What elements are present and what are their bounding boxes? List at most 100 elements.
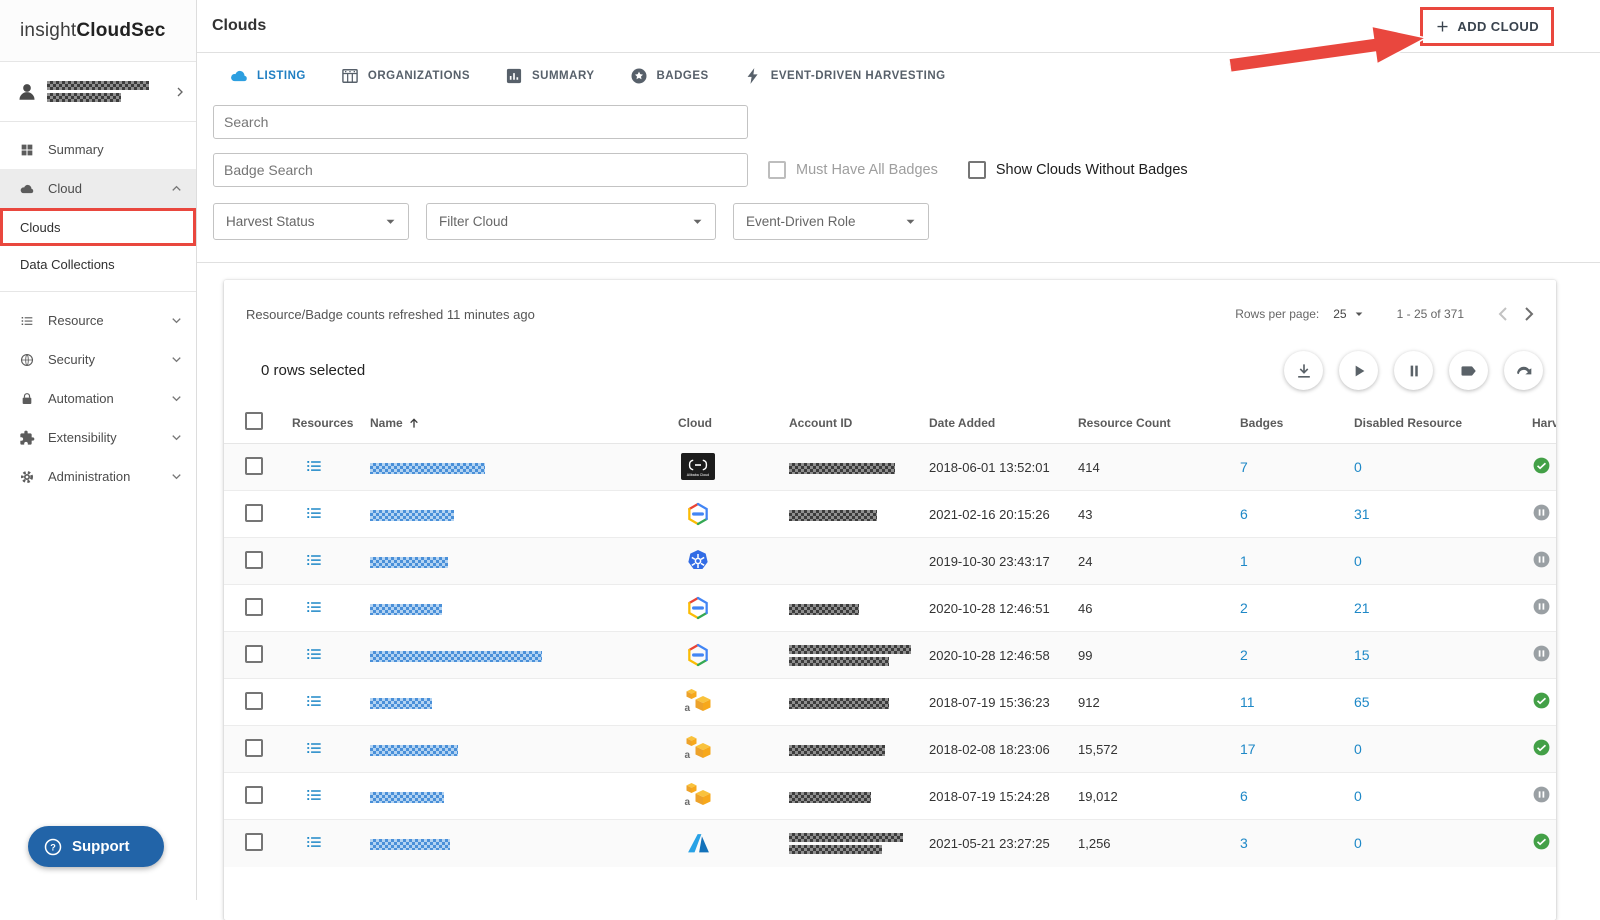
plus-icon xyxy=(1435,19,1450,34)
table-row: a 2018-07-19 15:24:28 19,012 6 0 xyxy=(224,772,1556,820)
chevron-down-icon xyxy=(169,313,184,328)
disabled-resources-link[interactable]: 0 xyxy=(1354,459,1362,475)
sidebar-item-resource[interactable]: Resource xyxy=(0,301,196,340)
sidebar-item-automation[interactable]: Automation xyxy=(0,379,196,418)
row-checkbox[interactable] xyxy=(245,832,263,851)
badge-search-input[interactable] xyxy=(213,153,748,187)
disabled-resources-link[interactable]: 0 xyxy=(1354,741,1362,757)
sidebar-subitem-data-collections[interactable]: Data Collections xyxy=(0,246,196,282)
badges-count-link[interactable]: 2 xyxy=(1240,600,1248,616)
badges-count-link[interactable]: 3 xyxy=(1240,835,1248,851)
support-button[interactable]: ? Support xyxy=(28,826,164,867)
badges-count-link[interactable]: 1 xyxy=(1240,553,1248,569)
show-clouds-without-badges-checkbox[interactable] xyxy=(967,161,986,179)
badges-count-link[interactable]: 6 xyxy=(1240,506,1248,522)
sidebar-item-extensibility[interactable]: Extensibility xyxy=(0,418,196,457)
row-checkbox[interactable] xyxy=(245,691,263,710)
tab-badges[interactable]: BADGES xyxy=(629,66,709,86)
cloud-name-link-redacted[interactable] xyxy=(370,556,448,568)
badges-count-link[interactable]: 17 xyxy=(1240,741,1256,757)
disabled-resources-link[interactable]: 0 xyxy=(1354,788,1362,804)
add-cloud-button[interactable]: ADD CLOUD xyxy=(1425,11,1549,41)
sidebar-item-cloud[interactable]: Cloud xyxy=(0,169,196,208)
disabled-resources-link[interactable]: 21 xyxy=(1354,600,1370,616)
cloud-name-link-redacted[interactable] xyxy=(370,791,444,803)
column-header-name[interactable]: Name xyxy=(368,402,676,444)
resources-list-icon[interactable] xyxy=(304,644,324,664)
row-checkbox[interactable] xyxy=(245,550,263,569)
sidebar-item-administration[interactable]: Administration xyxy=(0,457,196,496)
resource-count-value: 99 xyxy=(1076,631,1238,679)
search-input[interactable] xyxy=(213,105,748,139)
disabled-resources-link[interactable]: 0 xyxy=(1354,553,1362,569)
alibaba-cloud-icon: Alibaba Cloud xyxy=(680,451,716,481)
badges-count-link[interactable]: 7 xyxy=(1240,459,1248,475)
cloud-name-link-redacted[interactable] xyxy=(370,744,458,756)
chevron-left-icon[interactable] xyxy=(1490,301,1516,327)
filter-cloud-dropdown[interactable]: Filter Cloud xyxy=(426,203,716,240)
resources-list-icon[interactable] xyxy=(304,597,324,617)
play-action-button[interactable] xyxy=(1339,351,1378,390)
cloud-name-link-redacted[interactable] xyxy=(370,650,542,662)
resources-list-icon[interactable] xyxy=(304,832,324,852)
chevron-right-icon xyxy=(172,84,188,100)
harvest-active-icon xyxy=(1532,456,1551,475)
row-checkbox[interactable] xyxy=(245,597,263,616)
sidebar-item-security[interactable]: Security xyxy=(0,340,196,379)
redo-action-button[interactable] xyxy=(1504,351,1543,390)
tab-organizations[interactable]: ORGANIZATIONS xyxy=(340,66,470,86)
harvest-status-dropdown[interactable]: Harvest Status xyxy=(213,203,409,240)
row-checkbox[interactable] xyxy=(245,644,263,663)
user-menu[interactable] xyxy=(0,62,196,122)
must-have-all-badges-label: Must Have All Badges xyxy=(796,162,938,178)
disabled-resources-link[interactable]: 15 xyxy=(1354,647,1370,663)
row-checkbox[interactable] xyxy=(245,456,263,475)
select-all-checkbox[interactable] xyxy=(245,412,263,430)
event-driven-role-dropdown[interactable]: Event-Driven Role xyxy=(733,203,929,240)
badges-count-link[interactable]: 11 xyxy=(1240,694,1255,710)
resources-list-icon[interactable] xyxy=(304,691,324,711)
resources-list-icon[interactable] xyxy=(304,503,324,523)
cloud-name-link-redacted[interactable] xyxy=(370,697,432,709)
refresh-note: Resource/Badge counts refreshed 11 minut… xyxy=(246,306,535,322)
cloud-name-link-redacted[interactable] xyxy=(370,462,485,474)
cloud-name-link-redacted[interactable] xyxy=(370,509,454,521)
tab-listing[interactable]: LISTING xyxy=(229,66,306,86)
user-avatar-icon xyxy=(16,81,38,103)
harvest-paused-icon xyxy=(1532,644,1551,663)
download-action-button[interactable] xyxy=(1284,351,1323,390)
play-icon xyxy=(1349,361,1369,381)
sidebar-item-summary[interactable]: Summary xyxy=(0,130,196,169)
table-row: a 2018-02-08 18:23:06 15,572 17 0 xyxy=(224,725,1556,773)
pause-action-button[interactable] xyxy=(1394,351,1433,390)
chevron-right-icon[interactable] xyxy=(1516,301,1542,327)
chart-icon xyxy=(504,66,524,86)
chevron-down-icon xyxy=(169,391,184,406)
user-name-redacted xyxy=(47,78,163,105)
must-have-all-badges-checkbox[interactable] xyxy=(768,161,786,179)
harvest-paused-icon xyxy=(1532,550,1551,569)
cloud-name-link-redacted[interactable] xyxy=(370,838,450,850)
row-checkbox[interactable] xyxy=(245,785,263,804)
badges-count-link[interactable]: 2 xyxy=(1240,647,1248,663)
resources-list-icon[interactable] xyxy=(304,785,324,805)
cloud-name-link-redacted[interactable] xyxy=(370,603,442,615)
tab-summary[interactable]: SUMMARY xyxy=(504,66,595,86)
disabled-resources-link[interactable]: 31 xyxy=(1354,506,1370,522)
resources-list-icon[interactable] xyxy=(304,550,324,570)
row-checkbox[interactable] xyxy=(245,738,263,757)
resources-list-icon[interactable] xyxy=(304,456,324,476)
sidebar-subitem-clouds[interactable]: Clouds xyxy=(0,208,196,246)
resources-list-icon[interactable] xyxy=(304,738,324,758)
rows-per-page-select[interactable]: 25 xyxy=(1333,306,1366,322)
tab-bar: LISTING ORGANIZATIONS SUMMARY BADGES EVENT-D… xyxy=(197,53,1600,99)
badge-star-icon xyxy=(629,66,649,86)
tab-event-driven-harvesting[interactable]: EVENT-DRIVEN HARVESTING xyxy=(743,66,946,86)
label-action-button[interactable] xyxy=(1449,351,1488,390)
row-checkbox[interactable] xyxy=(245,503,263,522)
date-added-value: 2018-06-01 13:52:01 xyxy=(927,443,1076,491)
disabled-resources-link[interactable]: 0 xyxy=(1354,835,1362,851)
pagination: Rows per page: 25 1 - 25 of 371 xyxy=(1235,301,1542,327)
disabled-resources-link[interactable]: 65 xyxy=(1354,694,1370,710)
badges-count-link[interactable]: 6 xyxy=(1240,788,1248,804)
